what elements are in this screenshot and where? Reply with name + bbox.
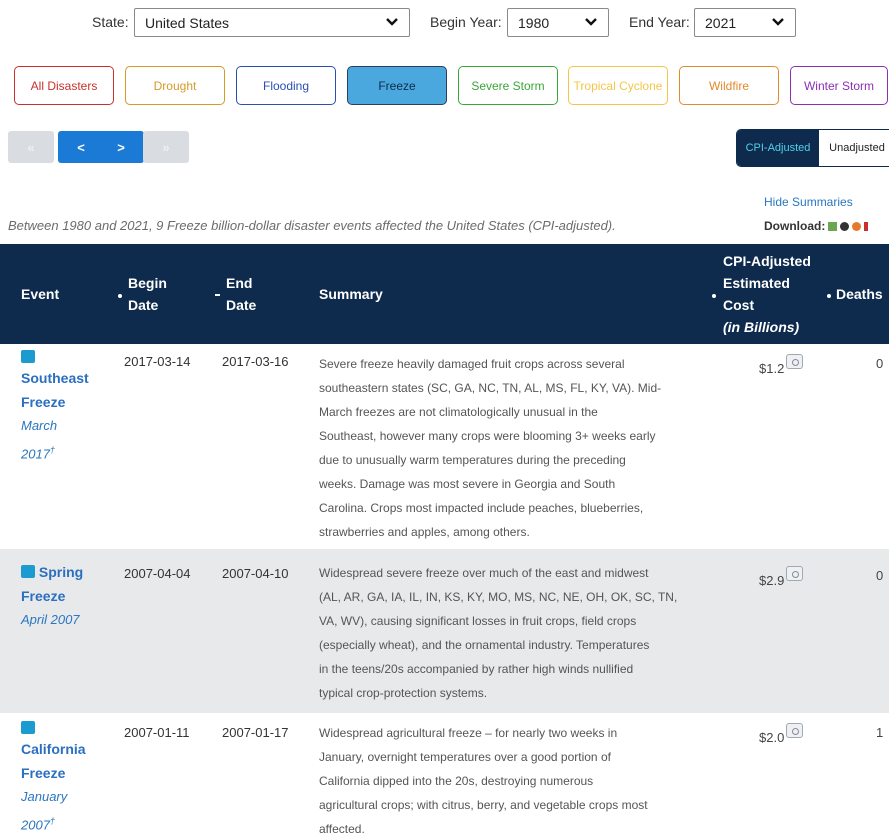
- event-month: March 2017†: [21, 418, 58, 462]
- event-cost: $2.9: [759, 566, 804, 588]
- filter-freeze-button[interactable]: Freeze: [347, 66, 447, 105]
- event-color-square: [21, 721, 35, 734]
- last-page-button[interactable]: »: [143, 131, 189, 163]
- header-end-date[interactable]: End Date: [226, 272, 256, 316]
- end-year-label: End Year:: [629, 14, 690, 30]
- spreadsheet-icon[interactable]: [828, 221, 838, 231]
- begin-date: 2017-03-14: [124, 354, 191, 369]
- event-deaths: 1: [876, 725, 884, 740]
- filter-severe-storm-button[interactable]: Severe Storm: [458, 66, 558, 105]
- event-deaths: 0: [876, 356, 884, 371]
- filter-all-disasters-button[interactable]: All Disasters: [14, 66, 114, 105]
- unadjusted-option[interactable]: Unadjusted: [819, 130, 889, 166]
- cpi-toggle: CPI-Adjusted Unadjusted: [736, 129, 889, 167]
- filter-drought-button[interactable]: Drought: [125, 66, 225, 105]
- begin-year-label: Begin Year:: [430, 14, 502, 30]
- results-caption: Between 1980 and 2021, 9 Freeze billion-…: [8, 218, 616, 233]
- hide-summaries-link[interactable]: Hide Summaries: [764, 195, 853, 209]
- table-row: Southeast Freeze March 2017† 2017-03-14 …: [0, 344, 889, 549]
- pdf-icon[interactable]: [864, 221, 869, 231]
- end-date: 2007-01-17: [222, 725, 289, 740]
- begin-date: 2007-01-11: [124, 725, 190, 740]
- event-cell: California Freeze January 2007†: [21, 721, 111, 836]
- event-month: April 2007: [21, 612, 80, 627]
- header-begin-date[interactable]: Begin Date: [128, 272, 167, 316]
- filter-tropical-cyclone-button[interactable]: Tropical Cyclone: [568, 66, 668, 105]
- event-name-link[interactable]: Southeast Freeze: [21, 366, 111, 414]
- cost-breakdown-icon[interactable]: [786, 354, 804, 369]
- cost-breakdown-icon[interactable]: [786, 566, 804, 581]
- header-summary: Summary: [319, 286, 383, 302]
- event-cost: $1.2: [759, 354, 804, 376]
- event-name-link[interactable]: California Freeze: [21, 737, 111, 785]
- state-select-value: United States: [145, 15, 230, 31]
- filter-winter-storm-button[interactable]: Winter Storm: [790, 66, 888, 105]
- table-row: Spring Freeze April 2007 2007-04-04 2007…: [0, 549, 889, 713]
- end-year-value: 2021: [705, 15, 737, 31]
- download-bar: Download:: [764, 219, 869, 233]
- event-cell: Spring Freeze April 2007: [21, 560, 117, 632]
- begin-year-select[interactable]: 1980: [507, 8, 609, 37]
- next-page-button[interactable]: >: [98, 131, 144, 163]
- end-year-select[interactable]: 2021: [694, 8, 796, 37]
- event-name-link[interactable]: Spring Freeze: [21, 560, 117, 608]
- end-date: 2007-04-10: [222, 566, 289, 581]
- state-label: State:: [92, 14, 129, 30]
- chevron-down-icon: [386, 18, 398, 26]
- end-date: 2017-03-16: [222, 354, 289, 369]
- event-cell: Southeast Freeze March 2017†: [21, 350, 111, 466]
- event-summary: Widespread severe freeze over much of th…: [319, 566, 678, 700]
- json-icon[interactable]: [840, 221, 850, 231]
- sort-icon[interactable]: [215, 294, 220, 296]
- event-deaths: 0: [876, 568, 884, 583]
- chevron-down-icon: [585, 18, 597, 26]
- event-color-square: [21, 350, 35, 363]
- event-summary: Severe freeze heavily damaged fruit crop…: [319, 357, 662, 539]
- state-select[interactable]: United States: [134, 8, 410, 37]
- cpi-adjusted-option[interactable]: CPI-Adjusted: [737, 130, 819, 166]
- filter-bar: State: United States Begin Year: 1980 En…: [0, 8, 889, 38]
- table-row: California Freeze January 2007† 2007-01-…: [0, 713, 889, 836]
- first-page-button[interactable]: «: [8, 131, 54, 163]
- filter-wildfire-button[interactable]: Wildfire: [679, 66, 779, 105]
- event-summary: Widespread agricultural freeze – for nea…: [319, 726, 648, 836]
- header-cost[interactable]: CPI-Adjusted Estimated Cost (in Billions…: [723, 250, 811, 338]
- sort-icon[interactable]: [827, 294, 831, 298]
- event-color-square: [21, 565, 35, 578]
- chevron-down-icon: [772, 18, 784, 26]
- header-deaths[interactable]: Deaths: [836, 283, 883, 305]
- event-cost: $2.0: [759, 723, 804, 745]
- sort-icon[interactable]: [712, 294, 716, 298]
- filter-flooding-button[interactable]: Flooding: [236, 66, 336, 105]
- download-label: Download:: [764, 219, 826, 233]
- event-month: January 2007†: [21, 789, 68, 833]
- table-header: Event Begin Date End Date Summary CPI-Adju…: [0, 244, 889, 344]
- sort-icon[interactable]: [118, 294, 122, 298]
- header-event[interactable]: Event: [21, 283, 59, 305]
- begin-date: 2007-04-04: [124, 566, 191, 581]
- rss-icon[interactable]: [852, 221, 862, 231]
- begin-year-value: 1980: [518, 15, 550, 31]
- cost-breakdown-icon[interactable]: [786, 723, 804, 738]
